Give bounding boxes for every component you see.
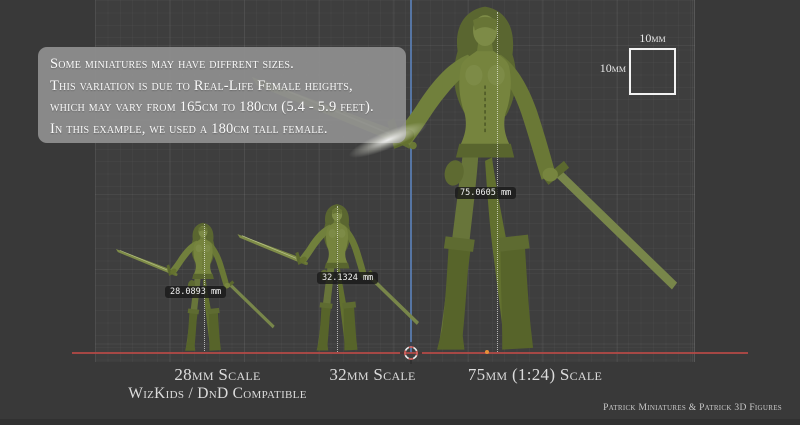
note-line: This variation is due to Real-Life Femal… xyxy=(50,76,395,98)
note-line: Some miniatures may have diffrent sizes. xyxy=(50,54,395,76)
object-origin-dot xyxy=(485,350,489,354)
credit-text: Patrick Miniatures & Patrick 3D Figures xyxy=(603,403,782,413)
blender-viewport[interactable]: Some miniatures may have diffrent sizes.… xyxy=(0,0,800,425)
scale-subtitle-28mm: WizKids / DnD Compatible xyxy=(120,384,315,403)
scale-title-75mm: 75mm (1:24) Scale xyxy=(435,365,635,384)
reference-square-10mm xyxy=(629,48,676,95)
measurement-badge-32mm: 32.1324 mm xyxy=(317,272,378,284)
3d-cursor xyxy=(399,341,423,365)
scale-label-75mm: 75mm (1:24) Scale xyxy=(435,365,635,384)
note-line: which may vary from 165cm to 180cm (5.4 … xyxy=(50,97,395,119)
note-box: Some miniatures may have diffrent sizes.… xyxy=(38,47,406,143)
scale-title-28mm: 28mm Scale xyxy=(120,365,315,384)
measurement-badge-28mm: 28.0893 mm xyxy=(165,286,226,298)
measure-line-75mm xyxy=(497,12,498,352)
scale-label-32mm: 32mm Scale xyxy=(300,365,445,384)
note-line: In this example, we used a 180cm tall fe… xyxy=(50,119,395,141)
footer-strip xyxy=(0,419,800,425)
scale-label-28mm: 28mm Scale WizKids / DnD Compatible xyxy=(120,365,315,403)
measurement-badge-75mm: 75.0605 mm xyxy=(455,187,516,199)
scale-title-32mm: 32mm Scale xyxy=(300,365,445,384)
reference-height-label: 10mm xyxy=(586,61,626,76)
reference-width-label: 10mm xyxy=(629,31,676,46)
